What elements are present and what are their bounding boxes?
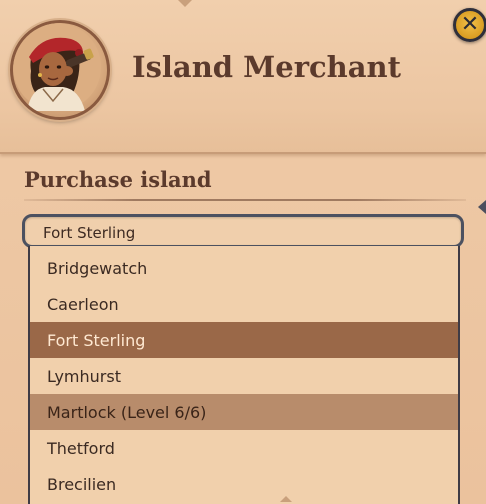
island-dropdown[interactable]: Fort Sterling — [22, 214, 464, 248]
dropdown-options-list: Bridgewatch Caerleon Fort Sterling Lymhu… — [28, 246, 460, 504]
option-martlock[interactable]: Martlock (Level 6/6) — [30, 394, 458, 430]
section-divider — [24, 199, 466, 201]
dropdown-selected-value: Fort Sterling — [43, 224, 136, 242]
option-thetford[interactable]: Thetford — [30, 430, 458, 466]
bottom-notch — [280, 496, 292, 502]
merchant-portrait-icon — [10, 20, 110, 120]
merchant-panel: Island Merchant ✕ Purchase island Fort S… — [0, 0, 486, 504]
close-icon: ✕ — [460, 12, 480, 37]
side-arrow-icon — [478, 200, 486, 214]
section-title: Purchase island — [24, 167, 212, 192]
header-notch — [178, 0, 192, 7]
option-brecilien[interactable]: Brecilien — [30, 466, 458, 502]
panel-header: Island Merchant ✕ — [0, 0, 486, 154]
option-caerleon[interactable]: Caerleon — [30, 286, 458, 322]
option-bridgewatch[interactable]: Bridgewatch — [30, 250, 458, 286]
close-button[interactable]: ✕ — [453, 8, 486, 42]
page-title: Island Merchant — [132, 50, 402, 84]
option-fort-sterling[interactable]: Fort Sterling — [30, 322, 458, 358]
option-lymhurst[interactable]: Lymhurst — [30, 358, 458, 394]
